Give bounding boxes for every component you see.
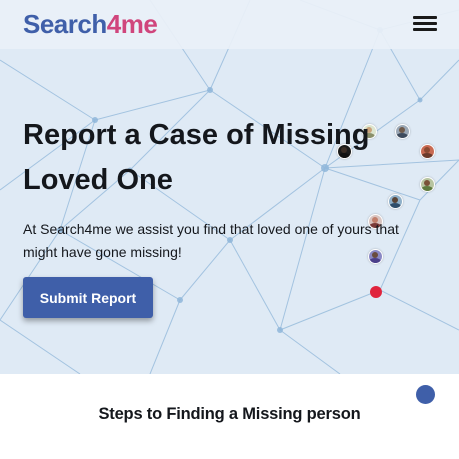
logo-text-search: Search <box>23 9 107 39</box>
hero-section: Report a Case of Missing Loved One At Se… <box>0 0 459 374</box>
top-navbar: Search4me <box>0 0 459 49</box>
hamburger-menu-icon[interactable] <box>413 15 437 33</box>
hero-subtext: At Search4me we assist you find that lov… <box>23 221 399 260</box>
avatar-missing-person-5[interactable] <box>420 177 435 192</box>
hamburger-bar <box>413 28 437 31</box>
hamburger-bar <box>413 16 437 19</box>
hero-headline: Report a Case of Missing Loved One <box>23 119 370 196</box>
logo-text-4: 4 <box>106 9 121 39</box>
avatar-missing-person-4[interactable] <box>420 144 435 159</box>
site-logo[interactable]: Search4me <box>23 8 158 40</box>
steps-section-title: Steps to Finding a Missing person <box>98 405 361 423</box>
logo-text-me: me <box>120 9 158 39</box>
red-marker-icon[interactable] <box>370 286 382 298</box>
scroll-to-top-icon[interactable] <box>416 385 435 404</box>
hamburger-bar <box>413 22 437 25</box>
submit-report-button[interactable]: Submit Report <box>23 277 153 318</box>
